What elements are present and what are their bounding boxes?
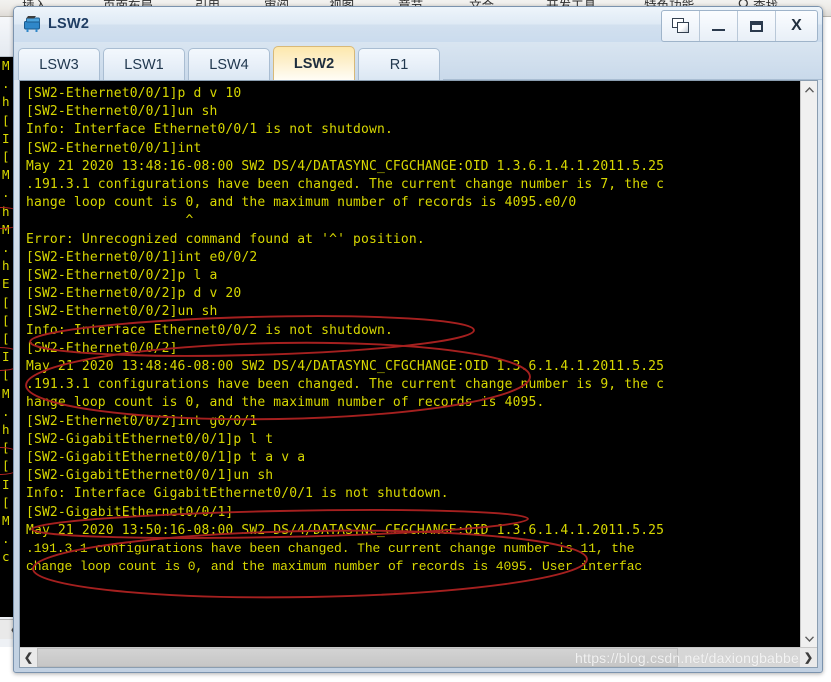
- window-controls: X: [661, 10, 818, 42]
- horizontal-scroll-thumb[interactable]: [37, 648, 678, 667]
- close-icon: X: [791, 17, 802, 34]
- terminal-line-16: .191.3.1 configurations have been change…: [26, 377, 665, 393]
- titlebar-left-group: LSW2: [23, 14, 89, 33]
- switch-icon: [23, 14, 42, 33]
- terminal-line-24: May 21 2020 13:50:16-08:00 SW2 DS/4/DATA…: [26, 522, 665, 538]
- terminal-output[interactable]: [SW2-Ethernet0/0/1]p d v 10 [SW2-Ethernet…: [20, 81, 801, 647]
- terminal-line-17: hange loop count is 0, and the maximum n…: [26, 395, 545, 411]
- maximize-icon: [750, 20, 763, 32]
- tab-lsw3[interactable]: LSW3: [18, 48, 100, 80]
- terminal-vertical-scrollbar[interactable]: [800, 81, 817, 647]
- terminal-line-8: Error: Unrecognized command found at '^'…: [26, 231, 425, 247]
- terminal-line-19: [SW2-GigabitEthernet0/0/1]p l t: [26, 431, 274, 447]
- maximize-button[interactable]: [738, 11, 776, 41]
- tab-lsw4[interactable]: LSW4: [188, 48, 270, 80]
- window-titlebar[interactable]: LSW2 X: [14, 7, 822, 42]
- vertical-scroll-track[interactable]: [801, 98, 817, 630]
- terminal-frame: [SW2-Ethernet0/0/1]p d v 10 [SW2-Ethernet…: [19, 80, 818, 668]
- terminal-line-18: [SW2-Ethernet0/0/2]int g0/0/1: [26, 413, 258, 429]
- terminal-line-21: [SW2-GigabitEthernet0/0/1]un sh: [26, 468, 274, 484]
- terminal-line-12: [SW2-Ethernet0/0/2]un sh: [26, 304, 218, 320]
- hscroll-left-arrow-icon[interactable]: ❮: [20, 648, 37, 667]
- tab-label: LSW3: [39, 56, 79, 73]
- tab-label: LSW1: [124, 56, 164, 73]
- close-button[interactable]: X: [776, 11, 817, 41]
- terminal-line-14: [SW2-Ethernet0/0/2]: [26, 340, 178, 356]
- minimize-icon: [712, 29, 725, 31]
- tab-r1[interactable]: R1: [358, 48, 440, 80]
- tabbar-filler: [443, 49, 822, 80]
- terminal-line-2: Info: Interface Ethernet0/0/1 is not shu…: [26, 122, 393, 138]
- hscroll-right-arrow-icon[interactable]: ❯: [800, 648, 817, 667]
- restore-windows-icon: [671, 18, 690, 34]
- terminal-line-23: [SW2-GigabitEthernet0/0/1]: [26, 504, 234, 520]
- scroll-down-arrow-icon[interactable]: [801, 630, 817, 647]
- terminal-line-7: ^: [26, 213, 194, 229]
- scroll-up-arrow-icon[interactable]: [801, 81, 817, 98]
- terminal-line-0: [SW2-Ethernet0/0/1]p d v 10: [26, 86, 242, 101]
- terminal-line-6: hange loop count is 0, and the maximum n…: [26, 195, 577, 211]
- tab-label: LSW2: [293, 55, 335, 72]
- terminal-line-22: Info: Interface GigabitEthernet0/0/1 is …: [26, 486, 449, 502]
- restore-windows-button[interactable]: [662, 11, 700, 41]
- terminal-line-25: .191.3.1 configurations have been change…: [26, 541, 635, 557]
- terminal-line-26: change loop count is 0, and the maximum …: [26, 559, 643, 575]
- horizontal-scroll-track[interactable]: [37, 648, 800, 667]
- terminal-line-20: [SW2-GigabitEthernet0/0/1]p t a v a: [26, 450, 306, 466]
- device-tabbar: LSW3 LSW1 LSW4 LSW2 R1: [14, 42, 822, 80]
- terminal-line-1: [SW2-Ethernet0/0/1]un sh: [26, 104, 218, 120]
- tab-label: R1: [389, 56, 409, 73]
- screen-root: 插入页面布局引用审阅视图章节文会开发工具特色功能查找 M.h[I[M.hM.hE…: [0, 0, 831, 682]
- terminal-line-5: .191.3.1 configurations have been change…: [26, 177, 665, 193]
- terminal-line-3: [SW2-Ethernet0/0/1]int: [26, 140, 202, 156]
- terminal-line-15: May 21 2020 13:48:46-08:00 SW2 DS/4/DATA…: [26, 359, 665, 375]
- tab-lsw2[interactable]: LSW2: [273, 46, 355, 80]
- tab-lsw1[interactable]: LSW1: [103, 48, 185, 80]
- window-title: LSW2: [48, 15, 90, 32]
- terminal-line-4: May 21 2020 13:48:16-08:00 SW2 DS/4/DATA…: [26, 158, 665, 174]
- terminal-line-10: [SW2-Ethernet0/0/2]p l a: [26, 268, 218, 284]
- terminal-horizontal-scrollbar[interactable]: ❮ ❯: [20, 647, 817, 667]
- terminal-line-13: Info: Interface Ethernet0/0/2 is not shu…: [26, 322, 393, 338]
- minimize-button[interactable]: [700, 11, 738, 41]
- lsw2-console-window: LSW2 X LSW3 LSW1 LSW4 LSW2 R1 [SW2-Ether…: [13, 6, 823, 673]
- terminal-line-9: [SW2-Ethernet0/0/1]int e0/0/2: [26, 249, 258, 265]
- tab-label: LSW4: [209, 56, 249, 73]
- terminal-line-11: [SW2-Ethernet0/0/2]p d v 20: [26, 286, 242, 302]
